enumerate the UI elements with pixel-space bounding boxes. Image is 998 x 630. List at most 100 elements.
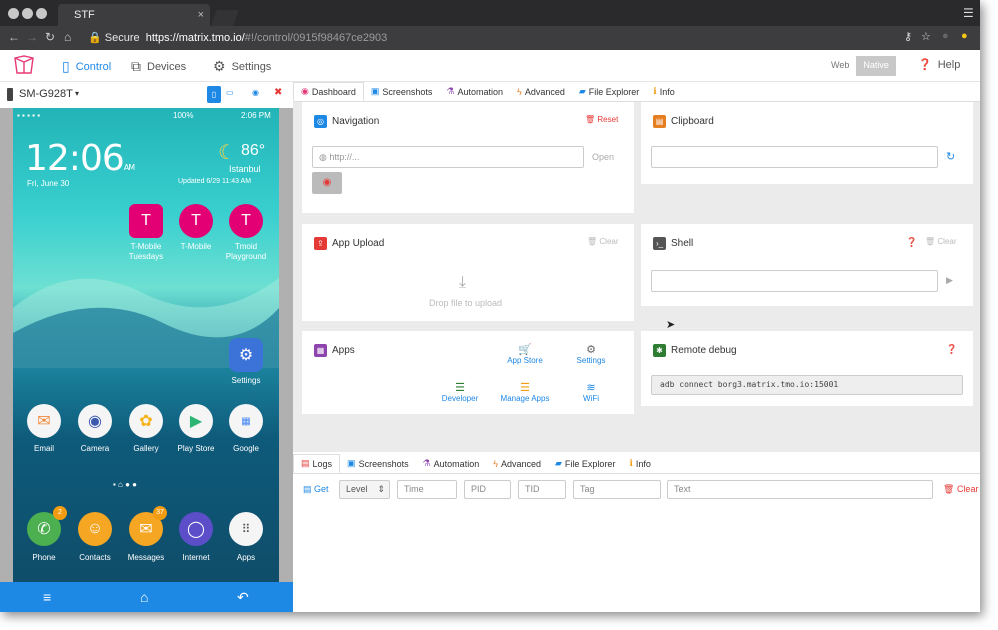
new-tab-button[interactable] xyxy=(211,10,239,26)
forward-icon[interactable]: → xyxy=(26,30,38,44)
gallery-app-icon[interactable]: ✿ xyxy=(129,404,163,438)
tab-dashboard[interactable]: ◉ Dashboard xyxy=(293,82,364,101)
tab-close-icon[interactable]: × xyxy=(198,4,204,26)
settings-link[interactable]: ⚙ Settings xyxy=(566,343,616,365)
star-icon[interactable]: ☆ xyxy=(921,30,931,43)
tab-label: Dashboard xyxy=(311,86,356,97)
camera-icon: ▣ xyxy=(347,458,356,468)
google-folder-icon[interactable]: ▦ xyxy=(229,404,263,438)
caret-down-icon[interactable]: ▾ xyxy=(75,89,79,98)
web-button[interactable]: Web xyxy=(824,56,856,76)
close-window-button[interactable] xyxy=(8,8,19,19)
device-name[interactable]: SM-G928T xyxy=(19,88,73,100)
level-select[interactable]: Level ⇕ xyxy=(339,480,390,499)
shell-help-icon[interactable]: ❓ xyxy=(906,237,917,248)
tab-logs[interactable]: ▤ Logs xyxy=(293,454,341,473)
menu-icon[interactable]: ≡ xyxy=(43,589,51,605)
flask-icon: ⚗ xyxy=(422,458,431,468)
portrait-button[interactable]: ▯ xyxy=(207,86,221,103)
text-filter-input[interactable]: Text xyxy=(667,480,933,499)
camera-app-icon[interactable]: ◉ xyxy=(78,404,112,438)
refresh-icon[interactable]: ↻ xyxy=(946,150,955,163)
notification-icon[interactable]: ● xyxy=(961,30,968,42)
pid-filter-input[interactable]: PID xyxy=(464,480,511,499)
tab-label: Advanced xyxy=(524,86,565,97)
app-label: Google xyxy=(233,444,259,453)
weather-updated: Updated 6/29 11:43 AM xyxy=(178,178,252,185)
back-icon[interactable]: ← xyxy=(8,30,20,44)
minimize-window-button[interactable] xyxy=(22,8,33,19)
url-field[interactable]: 🔒 Secure https://matrix.tmo.io/#!/contro… xyxy=(84,29,894,47)
app-store-link[interactable]: 🛒 App Store xyxy=(500,343,550,365)
run-icon[interactable]: ▶ xyxy=(946,275,953,286)
tab-advanced[interactable]: ϟ Advanced xyxy=(510,82,572,101)
home-icon[interactable]: ⌂ xyxy=(64,30,71,44)
drop-zone-label[interactable]: Drop file to upload xyxy=(429,298,502,308)
reset-button[interactable]: 🗑 Reset xyxy=(585,115,618,124)
web-native-toggle: Web Native xyxy=(824,56,896,76)
browser-tab[interactable]: STF × xyxy=(58,4,210,26)
device-screen[interactable]: ▪ ▪ ▪ ▪ ▪ 100% 2:06 PM 12:06AM Fri, June… xyxy=(13,108,279,582)
tmobile-tuesdays-icon[interactable]: T xyxy=(129,204,163,238)
stf-logo-icon[interactable] xyxy=(13,55,35,75)
page-indicator: ▪ ⌂ ● ● xyxy=(113,480,137,489)
log-clear-button[interactable]: 🗑 Clear xyxy=(943,484,978,495)
extension-icon[interactable]: ● xyxy=(942,30,949,42)
internet-app-icon[interactable]: ◯ xyxy=(179,512,213,546)
play-store-icon[interactable]: ▶ xyxy=(179,404,213,438)
tab-title: STF xyxy=(74,9,95,21)
device-nav-bar: ≡ ⌂ ↶ xyxy=(0,582,293,612)
native-button[interactable]: Native xyxy=(856,56,896,76)
time-filter-input[interactable]: Time xyxy=(397,480,457,499)
contacts-app-icon[interactable]: ☺ xyxy=(78,512,112,546)
tab-advanced-2[interactable]: ϟ Advanced xyxy=(486,454,548,473)
settings-app-icon[interactable]: ⚙ xyxy=(229,338,263,372)
tag-filter-input[interactable]: Tag xyxy=(573,480,661,499)
landscape-button[interactable]: ▭ xyxy=(226,88,234,97)
tab-label: Screenshots xyxy=(382,86,433,97)
tab-automation-2[interactable]: ⚗ Automation xyxy=(416,454,487,473)
upload-clear-button[interactable]: 🗑 Clear xyxy=(587,237,619,246)
shell-title: ›_ Shell xyxy=(653,237,693,250)
tab-info[interactable]: ℹ Info xyxy=(646,82,681,101)
manage-apps-link[interactable]: ☰ Manage Apps xyxy=(495,381,555,403)
shell-input[interactable] xyxy=(651,270,938,292)
clipboard-input[interactable] xyxy=(651,146,938,168)
email-app-icon[interactable]: ✉ xyxy=(27,404,61,438)
tid-filter-input[interactable]: TID xyxy=(518,480,566,499)
shell-clear-button[interactable]: 🗑 Clear xyxy=(925,237,957,246)
get-button[interactable]: ▤ Get xyxy=(303,484,329,495)
nav-devices[interactable]: ⧉ Devices xyxy=(131,58,186,75)
tab-file-explorer-2[interactable]: ▰ File Explorer xyxy=(548,454,622,473)
back-button-icon[interactable]: ↶ xyxy=(237,589,249,606)
tab-screenshots-2[interactable]: ▣ Screenshots xyxy=(340,454,416,473)
profile-icon[interactable]: ☰ xyxy=(963,6,974,20)
notification-icons: ▪ ▪ ▪ ▪ ▪ xyxy=(17,111,41,120)
tab-automation[interactable]: ⚗ Automation xyxy=(439,82,510,101)
tab-file-explorer[interactable]: ▰ File Explorer xyxy=(572,82,646,101)
remote-help-icon[interactable]: ❓ xyxy=(946,344,957,355)
tmoid-playground-icon[interactable]: T xyxy=(229,204,263,238)
camera-icon: ▣ xyxy=(370,86,380,96)
nav-settings[interactable]: ⚙ Settings xyxy=(213,58,271,75)
apps-drawer-icon[interactable]: ⠿ xyxy=(229,512,263,546)
upload-title: ⇪ App Upload xyxy=(314,237,384,250)
tab-screenshots[interactable]: ▣ Screenshots xyxy=(364,82,440,101)
stop-using-icon[interactable]: ✖ xyxy=(274,87,282,98)
chrome-icon[interactable]: ◉ xyxy=(312,172,342,194)
reload-icon[interactable]: ↻ xyxy=(45,30,55,44)
maximize-window-button[interactable] xyxy=(36,8,47,19)
key-icon[interactable]: ⚷ xyxy=(904,30,912,43)
nav-control[interactable]: ▯ Control xyxy=(62,58,111,75)
url-input[interactable]: ◍ http://... xyxy=(312,146,584,168)
tab-info-2[interactable]: ℹ Info xyxy=(622,454,657,473)
adb-command[interactable]: adb connect borg3.matrix.tmo.io:15001 xyxy=(651,375,963,395)
developer-link[interactable]: ☰ Developer xyxy=(435,381,485,403)
wifi-link[interactable]: ≋ WiFi xyxy=(566,381,616,403)
folder-icon: ▰ xyxy=(555,458,562,468)
help-link[interactable]: ❓ Help xyxy=(918,58,960,72)
tmobile-icon[interactable]: T xyxy=(179,204,213,238)
home-button-icon[interactable]: ⌂ xyxy=(140,589,148,605)
eye-icon[interactable]: ◉ xyxy=(252,88,259,97)
open-button[interactable]: Open xyxy=(592,152,614,162)
